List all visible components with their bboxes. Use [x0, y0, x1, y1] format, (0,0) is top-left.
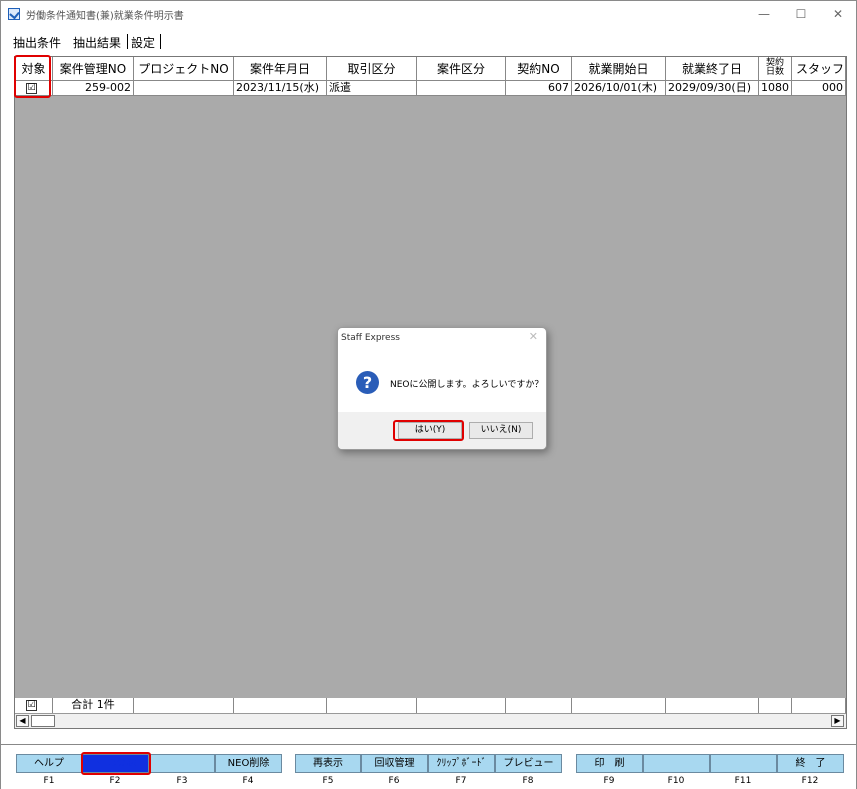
dialog-close-icon[interactable]: ✕ — [529, 330, 538, 343]
fkey-label-f5: F5 — [322, 776, 334, 786]
fkey-label-f4: F4 — [242, 776, 254, 786]
column-header-end-date[interactable]: 就業終了日 — [666, 57, 759, 81]
f10-button[interactable] — [643, 754, 710, 773]
column-header-staff[interactable]: スタッフ — [792, 57, 846, 81]
minimize-button[interactable]: — — [749, 5, 779, 23]
preview-button[interactable]: プレビュー — [495, 754, 562, 773]
help-button[interactable]: ヘルプ — [16, 754, 82, 773]
f3-button[interactable] — [149, 754, 215, 773]
tab-separator — [127, 34, 128, 49]
fkey-label-f2: F2 — [109, 776, 121, 786]
fkey-label-f10: F10 — [667, 776, 685, 786]
column-header-contract-days[interactable]: 契約 日数 — [759, 57, 792, 81]
column-header-project-no[interactable]: プロジェクトNO — [134, 57, 234, 81]
clipboard-button[interactable]: ｸﾘｯﾌﾟﾎﾞｰﾄﾞ — [428, 754, 495, 773]
tab-settings[interactable]: 設定 — [131, 34, 155, 51]
exit-button[interactable]: 終 了 — [777, 754, 844, 773]
column-header-case-no[interactable]: 案件管理NO — [53, 57, 134, 81]
dialog-title: Staff Express — [341, 333, 400, 343]
f11-button[interactable] — [710, 754, 777, 773]
yes-button[interactable]: はい(Y) — [398, 422, 462, 439]
question-icon: ? — [356, 371, 379, 394]
no-button[interactable]: いいえ(N) — [469, 422, 533, 439]
fkey-label-f12: F12 — [801, 776, 819, 786]
column-header-start-date[interactable]: 就業開始日 — [572, 57, 666, 81]
footer-cell — [572, 698, 666, 713]
row-start-date[interactable]: 2026/10/01(木) — [572, 81, 666, 96]
footer-total: 合計 1件 — [53, 698, 134, 713]
column-header-case-date[interactable]: 案件年月日 — [234, 57, 327, 81]
row-case-date[interactable]: 2023/11/15(水) — [234, 81, 327, 96]
footer-cell — [234, 698, 327, 713]
dialog-message: NEOに公開します。よろしいですか？ — [390, 380, 544, 390]
print-button[interactable]: 印 刷 — [576, 754, 643, 773]
neo-register-button[interactable]: NEO登録 — [82, 754, 149, 773]
row-staff[interactable]: 000 — [792, 81, 846, 96]
footer-checkbox[interactable]: ☑ — [26, 700, 37, 711]
app-icon — [8, 8, 20, 20]
footer-cell — [134, 698, 234, 713]
app-window: 労働条件通知書(兼)就業条件明示書 — ☐ ✕ 抽出条件 抽出結果 設定 対象 … — [0, 0, 857, 789]
scroll-left-icon[interactable]: ◀ — [16, 715, 29, 727]
horizontal-scrollbar[interactable]: ◀ ▶ — [15, 713, 846, 728]
fkey-label-f7: F7 — [455, 776, 467, 786]
collection-management-button[interactable]: 回収管理 — [361, 754, 428, 773]
maximize-button[interactable]: ☐ — [786, 5, 816, 23]
tab-extract-conditions[interactable]: 抽出条件 — [13, 34, 61, 51]
column-header-contract-no[interactable]: 契約NO — [506, 57, 572, 81]
footer-cell — [759, 698, 792, 713]
row-contract-no[interactable]: 607 — [506, 81, 572, 96]
row-transaction-type[interactable]: 派遣 — [327, 81, 417, 96]
close-button[interactable]: ✕ — [823, 5, 853, 23]
fkey-label-f3: F3 — [176, 776, 188, 786]
column-header-transaction-type[interactable]: 取引区分 — [327, 57, 417, 81]
column-header-contract-days-line2: 日数 — [765, 67, 784, 77]
fkey-label-f9: F9 — [603, 776, 615, 786]
footer-cell — [666, 698, 759, 713]
footer-target-cell: ☑ — [15, 698, 53, 713]
footer-cell — [417, 698, 506, 713]
row-case-no[interactable]: 259-002 — [53, 81, 134, 96]
fkey-label-f1: F1 — [43, 776, 55, 786]
footer-cell — [792, 698, 846, 713]
column-header-target[interactable]: 対象 — [15, 57, 53, 81]
neo-delete-button[interactable]: NEO削除 — [215, 754, 282, 773]
scroll-thumb[interactable] — [31, 715, 55, 727]
row-case-type[interactable] — [417, 81, 506, 96]
confirm-dialog: Staff Express ✕ ? NEOに公開します。よろしいですか？ はい(… — [337, 327, 547, 450]
scroll-right-icon[interactable]: ▶ — [831, 715, 844, 727]
row-checkbox[interactable]: ☑ — [26, 83, 37, 94]
tab-separator — [160, 34, 161, 49]
fkey-label-f8: F8 — [522, 776, 534, 786]
footer-cell — [327, 698, 417, 713]
row-project-no[interactable] — [134, 81, 234, 96]
fkey-label-f11: F11 — [734, 776, 752, 786]
row-target-cell[interactable]: ☑ — [15, 81, 53, 96]
row-contract-days[interactable]: 1080 — [759, 81, 792, 96]
fkey-label-f6: F6 — [388, 776, 400, 786]
footer-cell — [506, 698, 572, 713]
title-bar: 労働条件通知書(兼)就業条件明示書 — ☐ ✕ — [1, 1, 856, 29]
tab-extract-results[interactable]: 抽出結果 — [73, 34, 121, 51]
window-title: 労働条件通知書(兼)就業条件明示書 — [26, 11, 184, 22]
refresh-button[interactable]: 再表示 — [295, 754, 361, 773]
row-end-date[interactable]: 2029/09/30(日) — [666, 81, 759, 96]
column-header-case-type[interactable]: 案件区分 — [417, 57, 506, 81]
